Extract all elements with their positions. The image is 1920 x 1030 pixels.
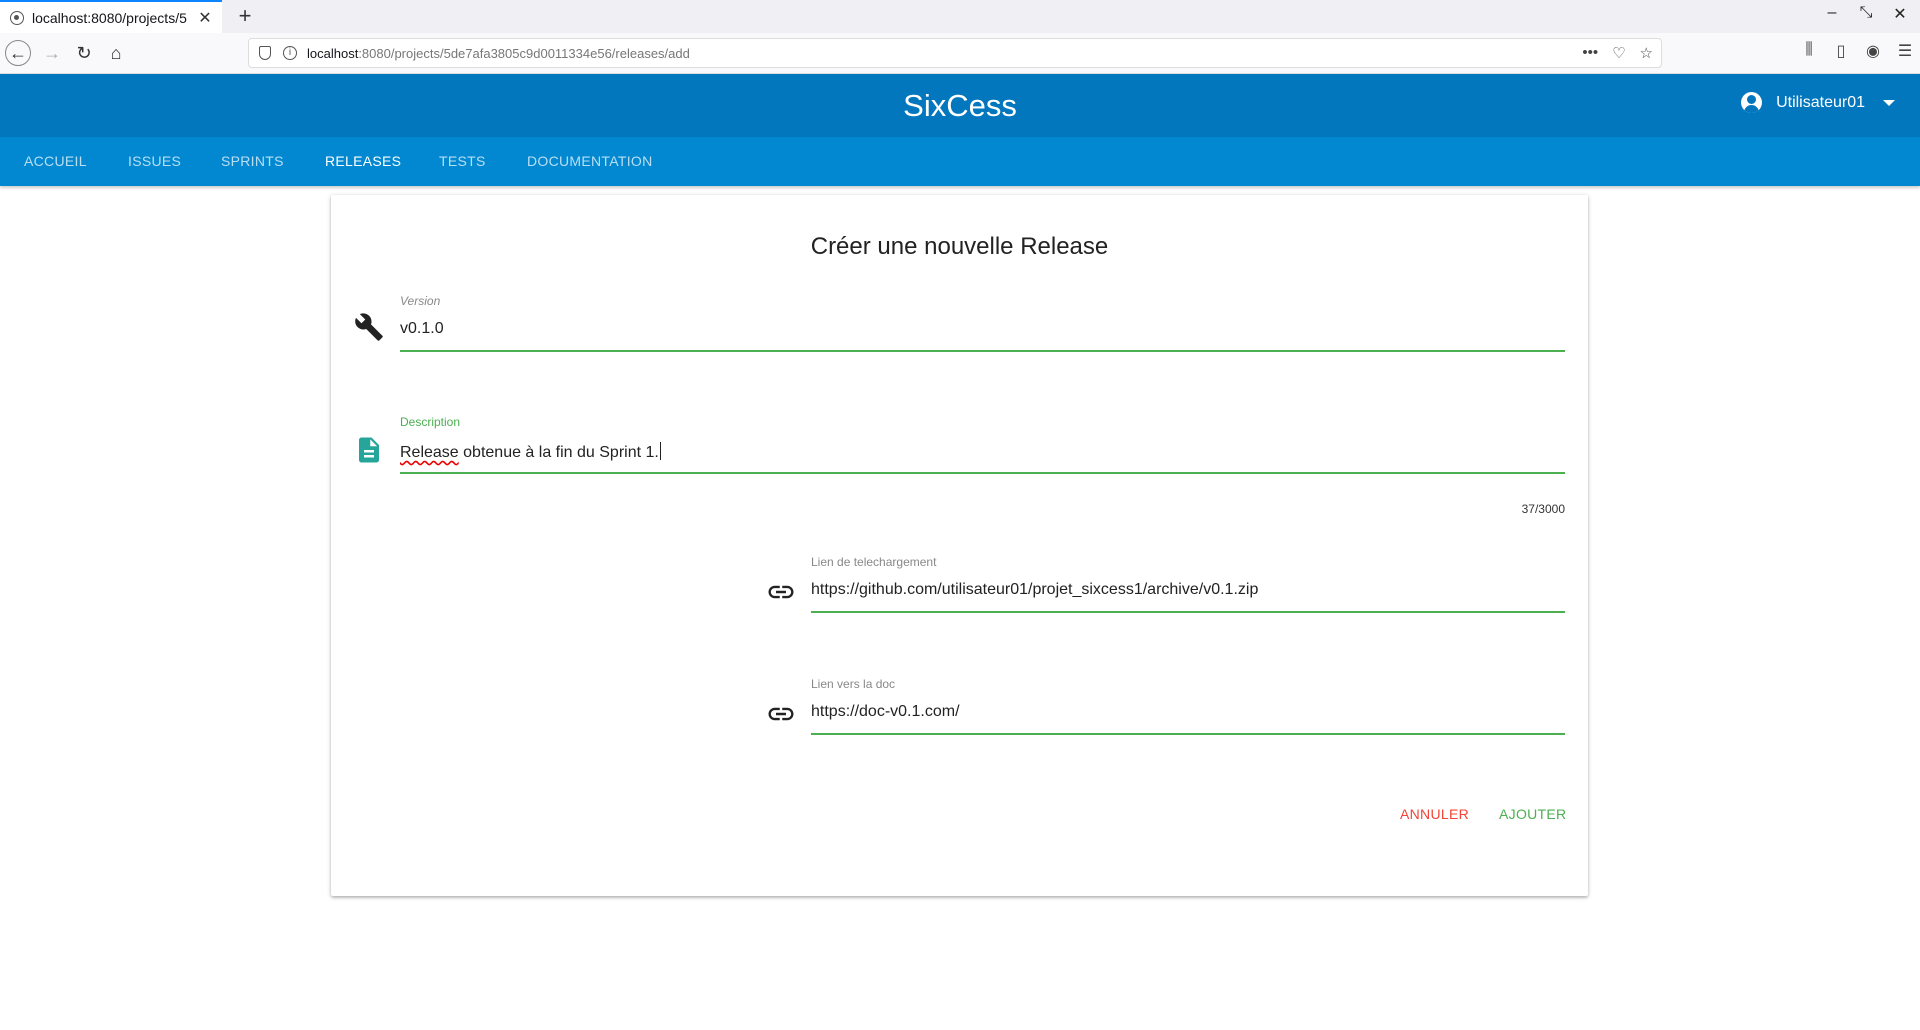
link-icon <box>768 585 794 599</box>
browser-tab[interactable]: localhost:8080/projects/5 ✕ <box>0 0 222 33</box>
tab-sprints[interactable]: SPRINTS <box>221 137 284 186</box>
username: Utilisateur01 <box>1776 93 1865 111</box>
doc-link-label: Lien vers la doc <box>811 677 896 691</box>
reload-icon[interactable]: ↻ <box>70 39 98 67</box>
tab-releases[interactable]: RELEASES <box>325 137 401 186</box>
description-underline <box>400 472 1565 474</box>
chevron-down-icon <box>1883 99 1895 106</box>
restore-icon[interactable]: ⤡ <box>1852 4 1880 22</box>
menu-icon[interactable]: ☰ <box>1896 41 1914 61</box>
form-title: Créer une nouvelle Release <box>810 233 1109 260</box>
tracking-shield-icon[interactable] <box>259 46 271 60</box>
site-favicon-icon <box>10 10 24 25</box>
tab-tests[interactable]: TESTS <box>439 137 486 186</box>
release-form-card: Créer une nouvelle Release Version v0.1.… <box>331 195 1588 896</box>
site-info-icon[interactable]: i <box>283 46 297 60</box>
browser-toolbar: ← → ↻ ⌂ i localhost:8080/projects/5de7af… <box>0 33 1920 74</box>
add-button[interactable]: AJOUTER <box>1499 806 1566 822</box>
download-link-underline <box>811 611 1565 613</box>
download-link-input[interactable]: https://github.com/utilisateur01/projet_… <box>811 581 1258 599</box>
version-label: Version <box>400 294 441 308</box>
library-icon[interactable]: ⫼ <box>1800 41 1818 61</box>
pocket-icon[interactable]: ♡ <box>1612 44 1625 62</box>
forward-icon[interactable]: → <box>38 39 66 67</box>
description-label: Description <box>400 415 461 429</box>
link-icon <box>768 707 794 721</box>
wrench-icon <box>355 313 383 341</box>
version-underline <box>400 350 1565 352</box>
close-tab-icon[interactable]: ✕ <box>196 8 214 28</box>
home-icon[interactable]: ⌂ <box>102 39 130 67</box>
tab-title: localhost:8080/projects/5 <box>32 9 187 26</box>
tab-accueil[interactable]: ACCUEIL <box>24 137 87 186</box>
sidebar-icon[interactable]: ▯ <box>1832 41 1850 61</box>
tab-issues[interactable]: ISSUES <box>128 137 181 186</box>
doc-link-underline <box>811 733 1565 735</box>
new-tab-icon[interactable]: + <box>232 3 258 29</box>
bookmark-star-icon[interactable]: ☆ <box>1640 44 1653 62</box>
user-menu[interactable]: Utilisateur01 <box>1741 92 1895 113</box>
url-bar[interactable]: i localhost:8080/projects/5de7afa3805c9d… <box>248 38 1662 68</box>
cancel-button[interactable]: ANNULER <box>1400 806 1469 822</box>
description-input[interactable]: Release obtenue à la fin du Sprint 1. <box>400 442 661 462</box>
char-counter: 37/3000 <box>1521 502 1565 516</box>
back-icon[interactable]: ← <box>5 40 31 66</box>
doc-link-input[interactable]: https://doc-v0.1.com/ <box>811 703 960 721</box>
account-icon[interactable]: ◉ <box>1864 41 1882 61</box>
app-title: SixCess <box>903 88 1017 123</box>
text-cursor <box>659 442 661 460</box>
url-text[interactable]: localhost:8080/projects/5de7afa3805c9d00… <box>307 46 690 61</box>
download-link-label: Lien de telechargement <box>811 555 937 569</box>
app-header: SixCess Utilisateur01 <box>0 74 1920 137</box>
account-circle-icon <box>1741 92 1763 113</box>
minimize-icon[interactable]: – <box>1818 4 1846 22</box>
page-actions-icon[interactable]: ••• <box>1582 44 1598 62</box>
version-input[interactable]: v0.1.0 <box>400 320 444 338</box>
main-nav: ACCUEIL ISSUES SPRINTS RELEASES TESTS DO… <box>0 137 1920 186</box>
browser-tab-bar: localhost:8080/projects/5 ✕ + – ⤡ ✕ <box>0 0 1920 33</box>
window-close-icon[interactable]: ✕ <box>1886 4 1914 24</box>
document-icon <box>359 437 379 463</box>
tab-documentation[interactable]: DOCUMENTATION <box>527 137 652 186</box>
